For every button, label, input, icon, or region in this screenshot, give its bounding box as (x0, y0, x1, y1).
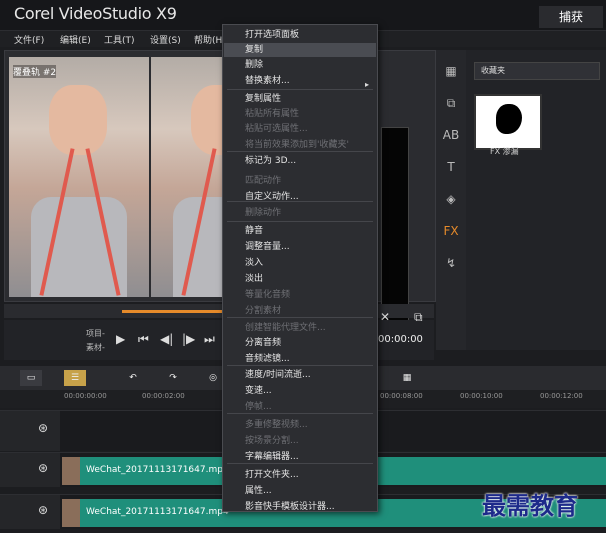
clip-name: WeChat_20171113171647.mp4 (86, 507, 229, 517)
ruler-tick: 00:00:12:00 (540, 392, 583, 400)
menu-edit[interactable]: 编辑(E) (60, 33, 91, 46)
library-panel: ▦ ⧉ AB T ◈ FX ↯ 收藏夹 FX 渗漏 (436, 50, 606, 350)
menu-separator (227, 151, 373, 152)
media-icon[interactable]: ▦ (442, 62, 460, 80)
context-menu-item[interactable]: 属性... (245, 483, 272, 496)
video-frame-left: 覆叠轨 #2 (9, 57, 149, 297)
enlarge-icon[interactable]: ⧉ (414, 310, 423, 325)
library-rail: ▦ ⧉ AB T ◈ FX ↯ (436, 50, 466, 350)
ruler-tick: 00:00:02:00 (142, 392, 185, 400)
clip-thumbnail (62, 457, 80, 485)
context-menu-item[interactable]: 静音 (245, 223, 263, 236)
context-menu-item[interactable]: 复制 (245, 42, 263, 55)
fx-icon[interactable]: FX (442, 222, 460, 240)
track-tag: 覆叠轨 #2 (13, 65, 57, 78)
library-dropdown[interactable]: 收藏夹 (474, 62, 600, 80)
clip-label: 素材- (86, 343, 105, 352)
context-menu-item[interactable]: 速度/时间流逝... (245, 367, 311, 380)
context-menu-item[interactable]: 分离音频 (245, 335, 281, 348)
context-menu-item: 将当前效果添加到'收藏夹' (245, 140, 349, 150)
context-menu-item[interactable]: 音频滤镜... (245, 351, 290, 364)
clip-name: WeChat_20171113171647.mp4 (86, 465, 229, 475)
film-reel-icon[interactable]: ⊛ (38, 421, 48, 435)
context-menu-item[interactable]: 字幕编辑器... (245, 449, 299, 462)
context-menu-item[interactable]: 变速... (245, 383, 272, 396)
menu-separator (227, 89, 373, 90)
context-menu-item[interactable]: 淡出 (245, 271, 263, 284)
menu-tools[interactable]: 工具(T) (104, 33, 135, 46)
context-menu-item: 停帧... (245, 402, 272, 412)
timecode[interactable]: 00:00:00 (378, 334, 423, 345)
context-menu-item[interactable]: 打开选项面板 (245, 27, 299, 40)
menu-settings[interactable]: 设置(S) (150, 33, 181, 46)
ruler-tick: 00:00:10:00 (460, 392, 503, 400)
prev-frame-icon[interactable]: ◀| (160, 332, 173, 346)
context-menu-item[interactable]: 影音快手模板设计器... (245, 499, 335, 512)
menu-separator (227, 317, 373, 318)
menu-separator (227, 413, 373, 414)
context-menu-item: 按场景分割... (245, 436, 299, 446)
context-menu-item[interactable]: 标记为 3D... (245, 153, 296, 166)
context-menu-item: 粘贴可选属性... (245, 124, 308, 134)
effect-label: FX 渗漏 (490, 147, 519, 156)
menu-separator (227, 365, 373, 366)
context-menu-item: 匹配动作 (245, 176, 282, 186)
context-menu-item[interactable]: 打开文件夹... (245, 467, 299, 480)
redo-icon[interactable]: ↷ (162, 370, 184, 386)
child-face (49, 85, 107, 155)
close-icon[interactable]: ✕ (380, 310, 390, 324)
menu-separator (227, 221, 373, 222)
track-header: ⊛ (0, 453, 60, 487)
track-header: ⊛ (0, 411, 60, 451)
watermark: 最需教育 (482, 491, 578, 520)
context-menu-item[interactable]: 复制属性 (245, 91, 281, 104)
context-menu-item[interactable]: 淡入 (245, 255, 263, 268)
transition-icon[interactable]: AB (442, 126, 460, 144)
skip-end-icon[interactable]: ⏭ (204, 332, 215, 347)
ruler-tick: 00:00:00:00 (64, 392, 107, 400)
context-menu-item: 创建智能代理文件... (245, 323, 326, 333)
path-icon[interactable]: ↯ (442, 254, 460, 272)
context-menu-item[interactable]: 调整音量... (245, 239, 290, 252)
storyboard-view-icon[interactable]: ▭ (20, 370, 42, 386)
menu-separator (227, 463, 373, 464)
capture-tab[interactable]: 捕获 (539, 6, 603, 28)
context-menu: ▸ 打开选项面板 复制删除替换素材... 复制属性粘贴所有属性 粘贴可选属性... 将当… (222, 24, 378, 512)
menu-file[interactable]: 文件(F) (14, 33, 44, 46)
film-reel-icon[interactable]: ⊛ (38, 461, 48, 475)
effect-preview-blob (496, 104, 522, 134)
record-icon[interactable]: ◎ (202, 370, 224, 386)
instant-project-icon[interactable]: ⧉ (442, 94, 460, 112)
menu-separator (227, 201, 373, 202)
grid-icon[interactable]: ▦ (396, 370, 418, 386)
title-icon[interactable]: T (442, 158, 460, 176)
submenu-arrow-icon: ▸ (365, 80, 370, 89)
next-frame-icon[interactable]: |▶ (182, 332, 195, 346)
timeline-view-icon[interactable]: ☰ (64, 370, 86, 386)
context-menu-item: 粘贴所有属性 (245, 109, 300, 119)
context-menu-item: 分割素材 (245, 306, 282, 316)
film-reel-icon[interactable]: ⊛ (38, 503, 48, 517)
effect-thumbnail[interactable] (474, 94, 542, 150)
project-label: 项目- (86, 329, 105, 338)
ruler-tick: 00:00:08:00 (380, 392, 423, 400)
app-title: Corel VideoStudio X9 (14, 4, 177, 23)
context-menu-item[interactable]: 替换素材... (245, 73, 290, 86)
context-menu-item: 删除动作 (245, 208, 282, 218)
scrub-progress (122, 310, 224, 313)
track-header: ⊛ (0, 495, 60, 529)
skip-start-icon[interactable]: ⏮ (138, 332, 149, 347)
clip-thumbnail (62, 499, 80, 527)
play-icon[interactable]: ▶ (116, 332, 125, 346)
undo-icon[interactable]: ↶ (122, 370, 144, 386)
context-menu-item[interactable]: 删除 (245, 57, 263, 70)
context-menu-item: 等量化音频 (245, 290, 291, 300)
app-window: Corel VideoStudio X9 捕获 文件(F) 编辑(E) 工具(T… (0, 0, 606, 533)
graphic-icon[interactable]: ◈ (442, 190, 460, 208)
context-menu-item: 多重修整视频... (245, 420, 308, 430)
